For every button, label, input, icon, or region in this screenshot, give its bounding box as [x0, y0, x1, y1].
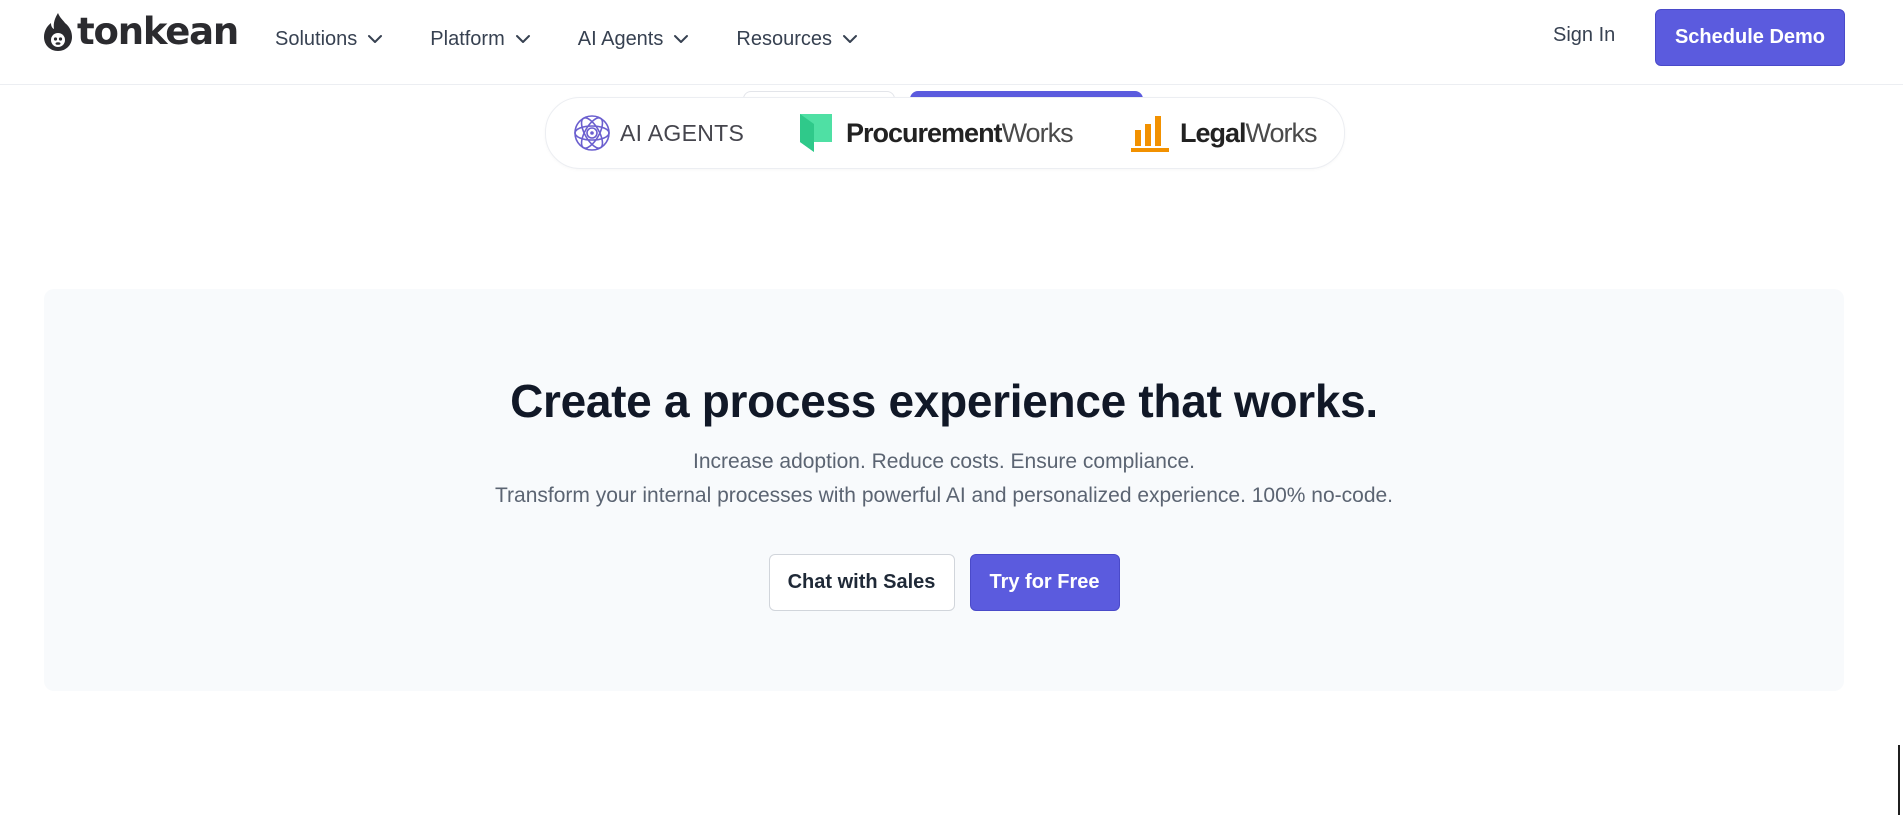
nav-resources[interactable]: Resources	[736, 22, 858, 56]
nav-label: Solutions	[275, 27, 358, 50]
cta-section: Create a process experience that works. …	[44, 289, 1844, 691]
product-name-light: Works	[1001, 117, 1074, 148]
logo-wordmark: tonkean	[77, 10, 239, 53]
chevron-down-icon	[367, 34, 383, 44]
cta-subtitle: Increase adoption. Reduce costs. Ensure …	[693, 450, 1195, 473]
nav-solutions[interactable]: Solutions	[275, 22, 383, 56]
product-label: ProcurementWorks	[846, 117, 1074, 149]
nav-label: Platform	[430, 27, 505, 50]
chevron-down-icon	[515, 34, 531, 44]
nav-platform[interactable]: Platform	[430, 22, 530, 56]
cta-buttons: Chat with Sales Try for Free	[44, 554, 1844, 611]
product-ai-agents[interactable]: AI AGENTS	[572, 112, 744, 154]
chevron-down-icon	[842, 34, 858, 44]
cta-description: Transform your internal processes with p…	[494, 484, 1394, 507]
sign-in-link[interactable]: Sign In	[1553, 24, 1615, 47]
nav-label: Resources	[736, 27, 832, 50]
document-bookmark-icon	[800, 114, 832, 152]
site-header: tonkean Solutions Platform AI Agents Res…	[0, 0, 1903, 85]
product-legalworks[interactable]: LegalWorks	[1130, 112, 1318, 154]
chevron-down-icon	[673, 34, 689, 44]
bar-chart-icon	[1131, 116, 1169, 152]
product-switcher: AI AGENTS ProcurementWorks LegalWorks	[545, 97, 1345, 169]
flame-monkey-logo-icon	[44, 13, 72, 51]
nav-label: AI Agents	[577, 27, 664, 50]
main-nav: Solutions Platform AI Agents Resources	[275, 22, 905, 56]
product-procurementworks[interactable]: ProcurementWorks	[798, 112, 1074, 154]
tonkean-logo[interactable]: tonkean	[43, 10, 239, 54]
product-name-light: Works	[1245, 117, 1318, 148]
chat-with-sales-button[interactable]: Chat with Sales	[768, 554, 955, 611]
product-name-strong: Legal	[1180, 117, 1247, 148]
orbit-sphere-icon	[574, 115, 610, 151]
product-name-strong: Procurement	[846, 117, 1003, 148]
scrollbar-thumb[interactable]	[1898, 745, 1900, 815]
nav-ai-agents[interactable]: AI Agents	[578, 22, 690, 56]
cta-headline: Create a process experience that works.	[510, 375, 1378, 427]
try-for-free-button[interactable]: Try for Free	[969, 554, 1120, 611]
product-label: LegalWorks	[1180, 117, 1318, 149]
schedule-demo-button[interactable]: Schedule Demo	[1655, 9, 1845, 66]
product-label: AI AGENTS	[620, 119, 745, 146]
